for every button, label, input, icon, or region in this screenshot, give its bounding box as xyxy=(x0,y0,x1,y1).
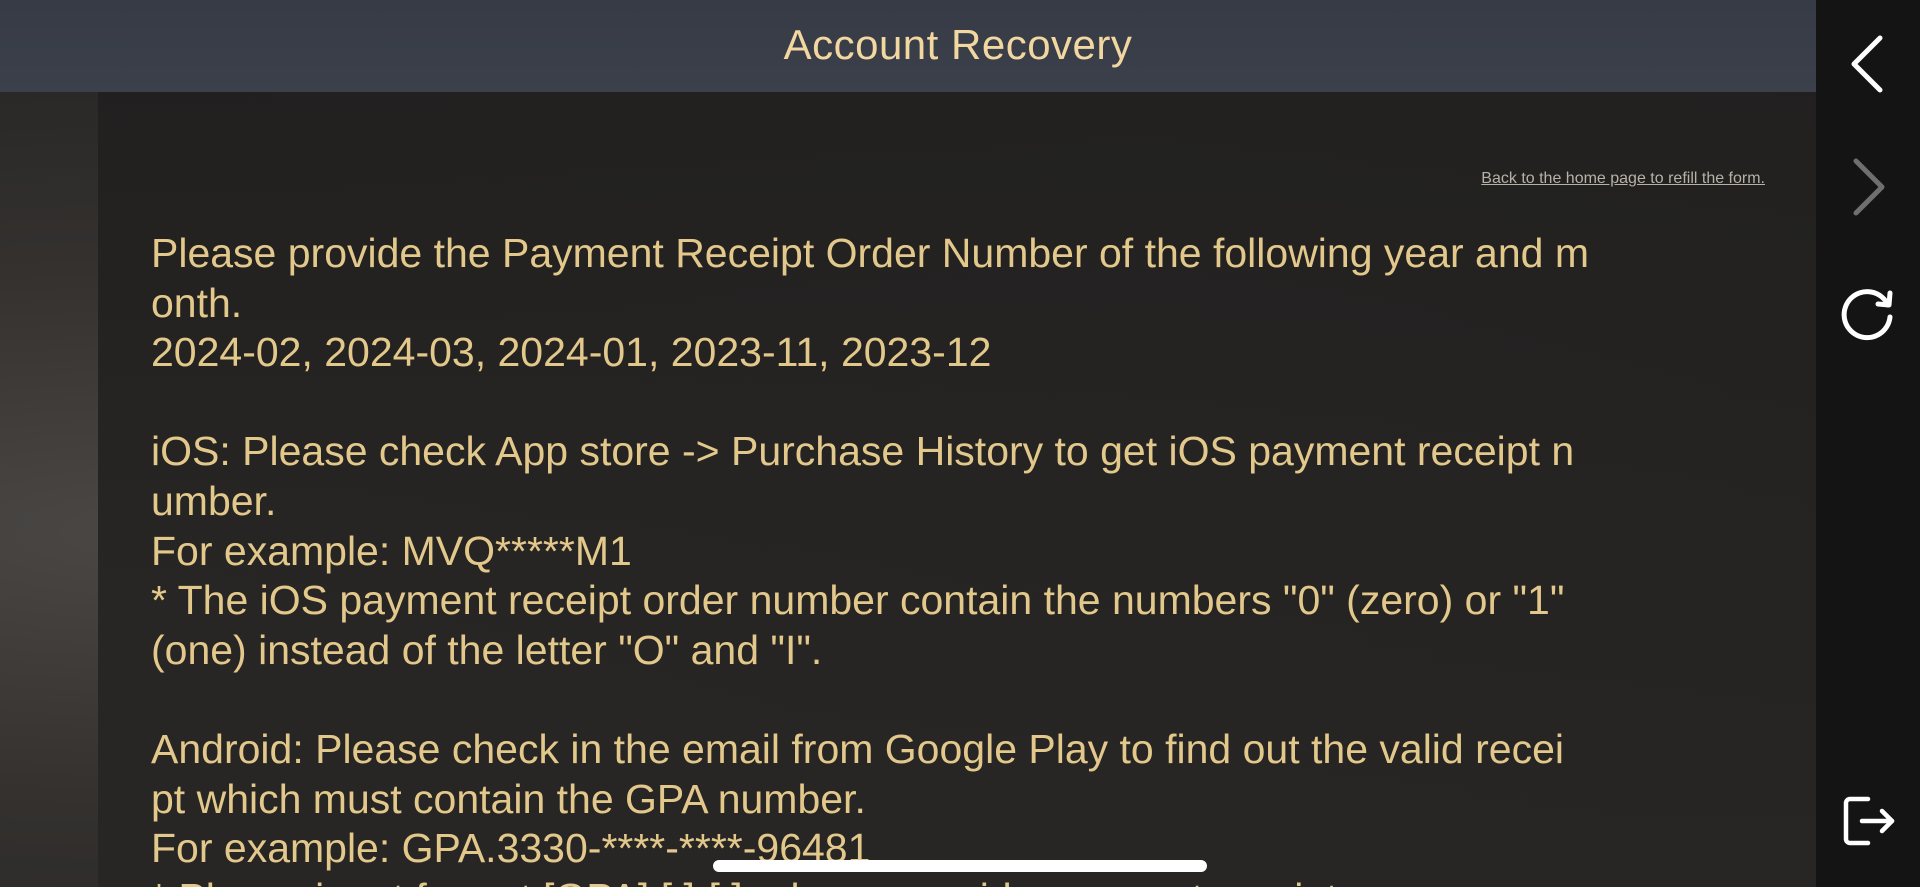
text-line: iOS: Please check App store -> Purchase … xyxy=(151,428,1575,475)
back-arrow-icon xyxy=(1848,34,1888,94)
refresh-button[interactable] xyxy=(1838,283,1898,343)
text-line: For example: MVQ*****M1 xyxy=(151,527,632,574)
text-line: * Please input format [GPA].[ ]-[ ]- ple… xyxy=(151,874,1761,887)
home-indicator[interactable] xyxy=(713,860,1207,872)
exit-button[interactable] xyxy=(1838,791,1898,851)
page-title: Account Recovery xyxy=(783,21,1133,68)
text-line: onth. xyxy=(151,279,243,326)
text-line: (one) instead of the letter "O" and "I". xyxy=(151,626,823,673)
refresh-icon xyxy=(1838,283,1898,343)
browser-side-toolbar xyxy=(1816,0,1920,887)
text-line: umber. xyxy=(151,477,277,524)
back-button[interactable] xyxy=(1838,34,1898,94)
text-line: Please provide the Payment Receipt Order… xyxy=(151,230,1590,276)
text-line: 2024-02, 2024-03, 2024-01, 2023-11, 2023… xyxy=(151,329,992,376)
exit-icon xyxy=(1838,791,1898,851)
app-window: Account Recovery Back to the home page t… xyxy=(0,0,1920,887)
text-line: pt which must contain the GPA number. xyxy=(151,775,866,822)
text-line: * The iOS payment receipt order number c… xyxy=(151,577,1565,624)
text-line: Android: Please check in the email from … xyxy=(151,725,1564,772)
back-to-home-link[interactable]: Back to the home page to refill the form… xyxy=(1481,170,1765,188)
forward-button[interactable] xyxy=(1838,157,1898,217)
instructions-text: Please provide the Payment Receipt Order… xyxy=(151,229,1761,887)
forward-arrow-icon xyxy=(1848,157,1888,217)
